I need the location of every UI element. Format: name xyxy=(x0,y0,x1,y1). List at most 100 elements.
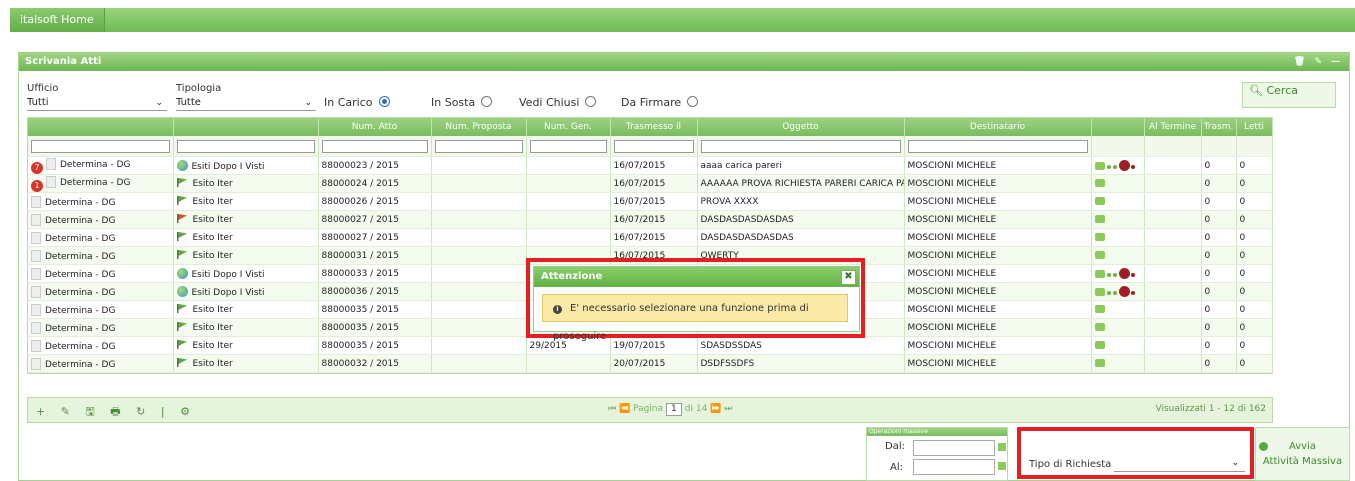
status-green-icon xyxy=(1094,322,1105,331)
col-header-oggetto[interactable]: Oggetto xyxy=(697,118,905,136)
status-dot-icon xyxy=(1112,290,1117,295)
info-icon: i xyxy=(553,305,562,314)
filter-input-trasmesso[interactable] xyxy=(613,139,694,153)
document-icon xyxy=(31,213,41,226)
filter-input-destinatario[interactable] xyxy=(907,139,1088,153)
calendar-icon[interactable] xyxy=(998,443,1006,451)
cell-tipo-text: Determina - DG xyxy=(45,251,116,262)
cell-trasm: 0 xyxy=(1201,228,1237,247)
col-header-stato[interactable] xyxy=(1091,118,1145,136)
cell-letti: 0 xyxy=(1236,264,1273,283)
cell-al-termine xyxy=(1144,174,1202,193)
table-row[interactable]: Determina - DG Esito Iter 88000027 / 2015 1… xyxy=(28,210,1273,229)
col-header-num-gen[interactable]: Num. Gen. xyxy=(526,118,611,136)
document-icon xyxy=(31,321,41,334)
cell-esito-text: Esito Iter xyxy=(192,359,233,369)
document-icon xyxy=(31,357,41,370)
cell-tipo-text: Determina - DG xyxy=(60,177,131,188)
close-icon[interactable]: ✖ xyxy=(841,270,856,285)
ufficio-select[interactable]: Tutti ⌄ xyxy=(27,96,167,111)
cell-esito: Esiti Dopo I Visti xyxy=(173,156,319,175)
cell-trasm: 0 xyxy=(1201,300,1237,319)
cell-esito: Esito Iter xyxy=(173,246,319,265)
col-header-trasmesso[interactable]: Trasmesso il xyxy=(610,118,698,136)
radio-icon[interactable] xyxy=(687,96,699,107)
cell-tipo-text: Determina - DG xyxy=(45,233,116,244)
col-header-num-proposta[interactable]: Num. Proposta xyxy=(431,118,527,136)
cerca-button[interactable]: 🔍︎ Cerca xyxy=(1242,82,1336,108)
col-header-al-termine[interactable]: Al Termine xyxy=(1144,118,1202,136)
radio-icon-checked[interactable] xyxy=(378,96,390,107)
status-red-dot-icon xyxy=(1130,290,1135,295)
cell-tipo: Determina - DG xyxy=(28,264,174,283)
radio-icon[interactable] xyxy=(585,96,597,107)
cell-tipo: Determina - DG xyxy=(28,228,174,247)
status-green-icon xyxy=(1094,358,1105,367)
filter-input-esito[interactable] xyxy=(176,139,315,153)
globe-icon xyxy=(176,267,188,279)
filter-input-tipo[interactable] xyxy=(31,139,170,153)
cell-num-atto: 88000035 / 2015 xyxy=(318,336,432,355)
cell-al-termine xyxy=(1144,318,1202,337)
table-row[interactable]: Determina - DG Esito Iter 88000027 / 2015 1… xyxy=(28,228,1273,247)
cell-al-termine xyxy=(1144,156,1202,175)
filter-input-num-atto[interactable] xyxy=(321,139,428,153)
radio-icon[interactable] xyxy=(481,96,493,107)
cell-esito-text: Esito Iter xyxy=(192,341,233,351)
cell-destinatario: MOSCIONI MICHELE xyxy=(904,174,1092,193)
table-row[interactable]: 1 Determina - DG Esito Iter 88000024 / 2015… xyxy=(28,174,1273,193)
radio-da-firmare[interactable]: Da Firmare xyxy=(621,96,699,109)
avvia-attivita-massiva-button[interactable]: Avvia Attività Massiva xyxy=(1255,427,1350,481)
al-input[interactable] xyxy=(913,459,995,475)
col-header-trasm[interactable]: Trasm. xyxy=(1201,118,1237,136)
grid-toolbar[interactable]: + ✎ 🖫 🖶 ↻ | ⚙ xyxy=(36,403,196,422)
notification-badge: 7 xyxy=(31,161,43,174)
cell-num-atto: 88000027 / 2015 xyxy=(318,210,432,229)
tab-italsoft-home[interactable]: italsoft Home xyxy=(10,8,105,32)
cell-stato xyxy=(1091,354,1145,373)
ufficio-label: Ufficio xyxy=(27,83,59,94)
cell-tipo: Determina - DG xyxy=(28,300,174,319)
table-row[interactable]: Determina - DG Esito Iter 88000032 / 2015 2… xyxy=(28,354,1273,373)
table-row[interactable]: Determina - DG Esito Iter 88000035 / 2015 2… xyxy=(28,336,1273,355)
filter-input-num-proposta[interactable] xyxy=(434,139,523,153)
cell-al-termine xyxy=(1144,264,1202,283)
status-green-icon xyxy=(1094,196,1105,205)
status-green-icon xyxy=(1094,269,1105,278)
calendar-icon[interactable] xyxy=(998,462,1006,470)
filter-input-oggetto[interactable] xyxy=(700,139,901,153)
cell-letti: 0 xyxy=(1236,336,1273,355)
cell-letti: 0 xyxy=(1236,156,1273,175)
cell-num-atto: 88000036 / 2015 xyxy=(318,282,432,301)
tipologia-select[interactable]: Tutte ⌄ xyxy=(176,96,316,111)
col-header-tipo[interactable] xyxy=(28,118,174,136)
panel-header-icons[interactable]: 🗑 ✎ — xyxy=(1294,53,1343,71)
status-green-icon xyxy=(1094,287,1105,296)
cell-num-atto: 88000024 / 2015 xyxy=(318,174,432,193)
cell-esito: Esito Iter xyxy=(173,174,319,193)
col-header-esito[interactable] xyxy=(173,118,319,136)
cell-tipo-text: Determina - DG xyxy=(60,159,131,170)
table-row[interactable]: Determina - DG Esito Iter 88000026 / 2015 1… xyxy=(28,192,1273,211)
pager-first-prev-icons[interactable]: ⏮ ⏪ xyxy=(608,404,630,414)
col-header-destinatario[interactable]: Destinatario xyxy=(904,118,1092,136)
cell-letti: 0 xyxy=(1236,300,1273,319)
col-header-num-atto[interactable]: Num. Atto xyxy=(318,118,432,136)
cell-trasmesso: 16/07/2015 xyxy=(610,210,698,229)
document-icon xyxy=(46,175,56,188)
chevron-down-icon: ⌄ xyxy=(304,98,312,108)
radio-in-carico[interactable]: In Carico xyxy=(324,96,390,109)
pager-page-label: Pagina xyxy=(633,404,664,414)
pager-next-last-icons[interactable]: ⏩ ⏭ xyxy=(710,404,732,414)
table-row[interactable]: 7 Determina - DG Esiti Dopo I Visti 8800002… xyxy=(28,156,1273,175)
col-header-letti[interactable]: Letti xyxy=(1236,118,1273,136)
radio-vedi-chiusi[interactable]: Vedi Chiusi xyxy=(519,96,597,109)
cell-tipo-text: Determina - DG xyxy=(45,269,116,280)
filter-input-num-gen[interactable] xyxy=(529,139,607,153)
cell-esito: Esito Iter xyxy=(173,318,319,337)
dialog-title-bar: Attenzione ✖ xyxy=(534,267,859,287)
radio-in-sosta[interactable]: In Sosta xyxy=(431,96,493,109)
pager-page-input[interactable]: 1 xyxy=(665,403,682,416)
cell-destinatario: MOSCIONI MICHELE xyxy=(904,156,1092,175)
dal-input[interactable] xyxy=(913,440,995,456)
